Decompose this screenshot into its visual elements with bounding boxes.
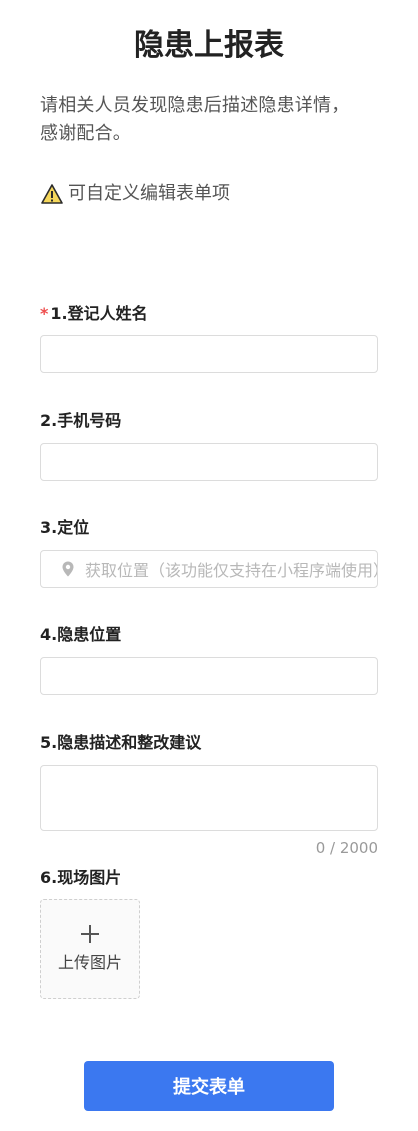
location-input-content: 获取位置（该功能仅支持在小程序端使用） — [41, 557, 378, 581]
field-label-name: * 1.登记人姓名 — [40, 302, 148, 326]
field-label-location: 3.定位 — [40, 518, 90, 537]
page: 隐患上报表 请相关人员发现隐患后描述隐患详情，感谢配合。 可自定义编辑表单项 *… — [0, 0, 418, 1131]
required-indicator: * — [40, 304, 49, 323]
hazard-location-input[interactable] — [40, 657, 378, 695]
customize-tip-text: 可自定义编辑表单项 — [68, 183, 230, 204]
field-label-hazard-description: 5.隐患描述和整改建议 — [40, 733, 202, 752]
field-label-phone: 2.手机号码 — [40, 411, 122, 430]
phone-input[interactable] — [40, 443, 378, 481]
customize-tip: 可自定义编辑表单项 — [40, 180, 230, 208]
character-counter: 0 / 2000 — [315, 839, 378, 857]
field-label-hazard-location: 4.隐患位置 — [40, 625, 122, 644]
page-title: 隐患上报表 — [134, 28, 284, 63]
submit-button[interactable]: 提交表单 — [84, 1061, 334, 1111]
page-description: 请相关人员发现隐患后描述隐患详情，感谢配合。 — [40, 95, 350, 144]
plus-icon — [81, 925, 99, 943]
location-input[interactable]: 获取位置（该功能仅支持在小程序端使用） — [40, 550, 378, 588]
hazard-description-textarea[interactable] — [40, 765, 378, 831]
location-placeholder: 获取位置（该功能仅支持在小程序端使用） — [85, 561, 378, 580]
upload-image-button[interactable]: 上传图片 — [40, 899, 140, 999]
name-input[interactable] — [40, 335, 378, 373]
warning-icon — [40, 183, 64, 205]
location-pin-icon — [59, 560, 77, 578]
field-label-text: 1.登记人姓名 — [50, 304, 148, 323]
field-label-site-photos: 6.现场图片 — [40, 868, 122, 887]
upload-image-label: 上传图片 — [57, 953, 122, 972]
